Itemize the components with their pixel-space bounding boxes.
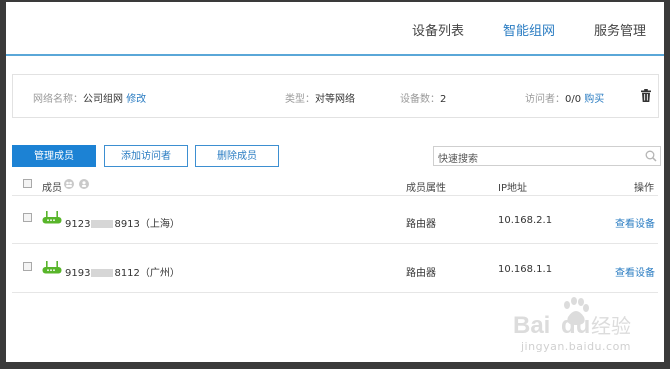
svg-text:经验: 经验: [591, 314, 631, 338]
network-name-label: 网络名称：: [33, 94, 83, 105]
delete-member-button[interactable]: 删除成员: [195, 145, 279, 167]
network-type-value: 对等网络: [315, 94, 355, 105]
watermark-url: jingyan.baidu.com: [521, 340, 632, 353]
router-icon: [42, 261, 62, 274]
nav-device-list[interactable]: 设备列表: [412, 20, 464, 39]
search-box: [433, 146, 661, 169]
member-id: 9123 8913（上海）: [65, 219, 180, 230]
edit-network-link[interactable]: 修改: [126, 94, 146, 105]
member-attribute: 路由器: [406, 268, 436, 279]
nav-service-management[interactable]: 服务管理: [594, 20, 646, 39]
nav-smart-network[interactable]: 智能组网: [503, 20, 555, 39]
member-ip: 10.168.2.1: [498, 215, 553, 226]
view-device-link[interactable]: 查看设备: [615, 215, 655, 230]
member-ip: 10.168.1.1: [498, 264, 553, 275]
buy-link[interactable]: 购买: [584, 94, 604, 105]
network-type: 类型：对等网络: [285, 90, 355, 105]
members-group-icon[interactable]: [64, 179, 74, 189]
column-header-ip: IP地址: [498, 183, 527, 194]
row-checkbox[interactable]: [23, 213, 32, 222]
network-name-value: 公司组网: [83, 94, 123, 105]
top-navigation: 设备列表 智能组网 服务管理: [6, 2, 664, 56]
router-icon: [42, 211, 62, 224]
network-name: 网络名称：公司组网 修改: [33, 90, 146, 105]
column-header-member: 成员: [42, 183, 62, 194]
visitor-count: 访问者：0/0 购买: [525, 90, 604, 105]
header-divider: [12, 195, 658, 196]
member-attribute: 路由器: [406, 219, 436, 230]
device-count-label: 设备数：: [400, 94, 440, 105]
svg-text:Bai: Bai: [513, 312, 550, 339]
network-type-label: 类型：: [285, 94, 315, 105]
visitor-value: 0/0: [565, 94, 582, 105]
svg-text:du: du: [561, 312, 590, 339]
trash-icon[interactable]: [640, 89, 652, 102]
manage-members-button[interactable]: 管理成员: [12, 145, 96, 167]
baidu-watermark-logo: Bai du 经验: [513, 297, 631, 339]
column-header-attribute: 成员属性: [406, 183, 446, 194]
select-all-checkbox[interactable]: [23, 179, 32, 188]
device-count: 设备数：2: [400, 90, 446, 105]
member-user-icon[interactable]: [79, 179, 89, 189]
search-icon[interactable]: [645, 150, 657, 162]
search-input[interactable]: [434, 150, 638, 169]
add-visitor-button[interactable]: 添加访问者: [104, 145, 188, 167]
app-window: 设备列表 智能组网 服务管理 网络名称：公司组网 修改 类型：对等网络 设备数：…: [6, 2, 664, 362]
device-count-value: 2: [440, 94, 447, 105]
row-divider: [12, 292, 658, 293]
view-device-link[interactable]: 查看设备: [615, 264, 655, 279]
network-info-bar: 网络名称：公司组网 修改 类型：对等网络 设备数：2 访问者：0/0 购买: [12, 74, 659, 118]
column-header-action: 操作: [634, 183, 654, 194]
member-id: 9193 8112（广州）: [65, 268, 180, 279]
row-checkbox[interactable]: [23, 262, 32, 271]
visitor-label: 访问者：: [525, 94, 565, 105]
row-divider: [12, 243, 658, 244]
nav-underline: [6, 54, 664, 56]
